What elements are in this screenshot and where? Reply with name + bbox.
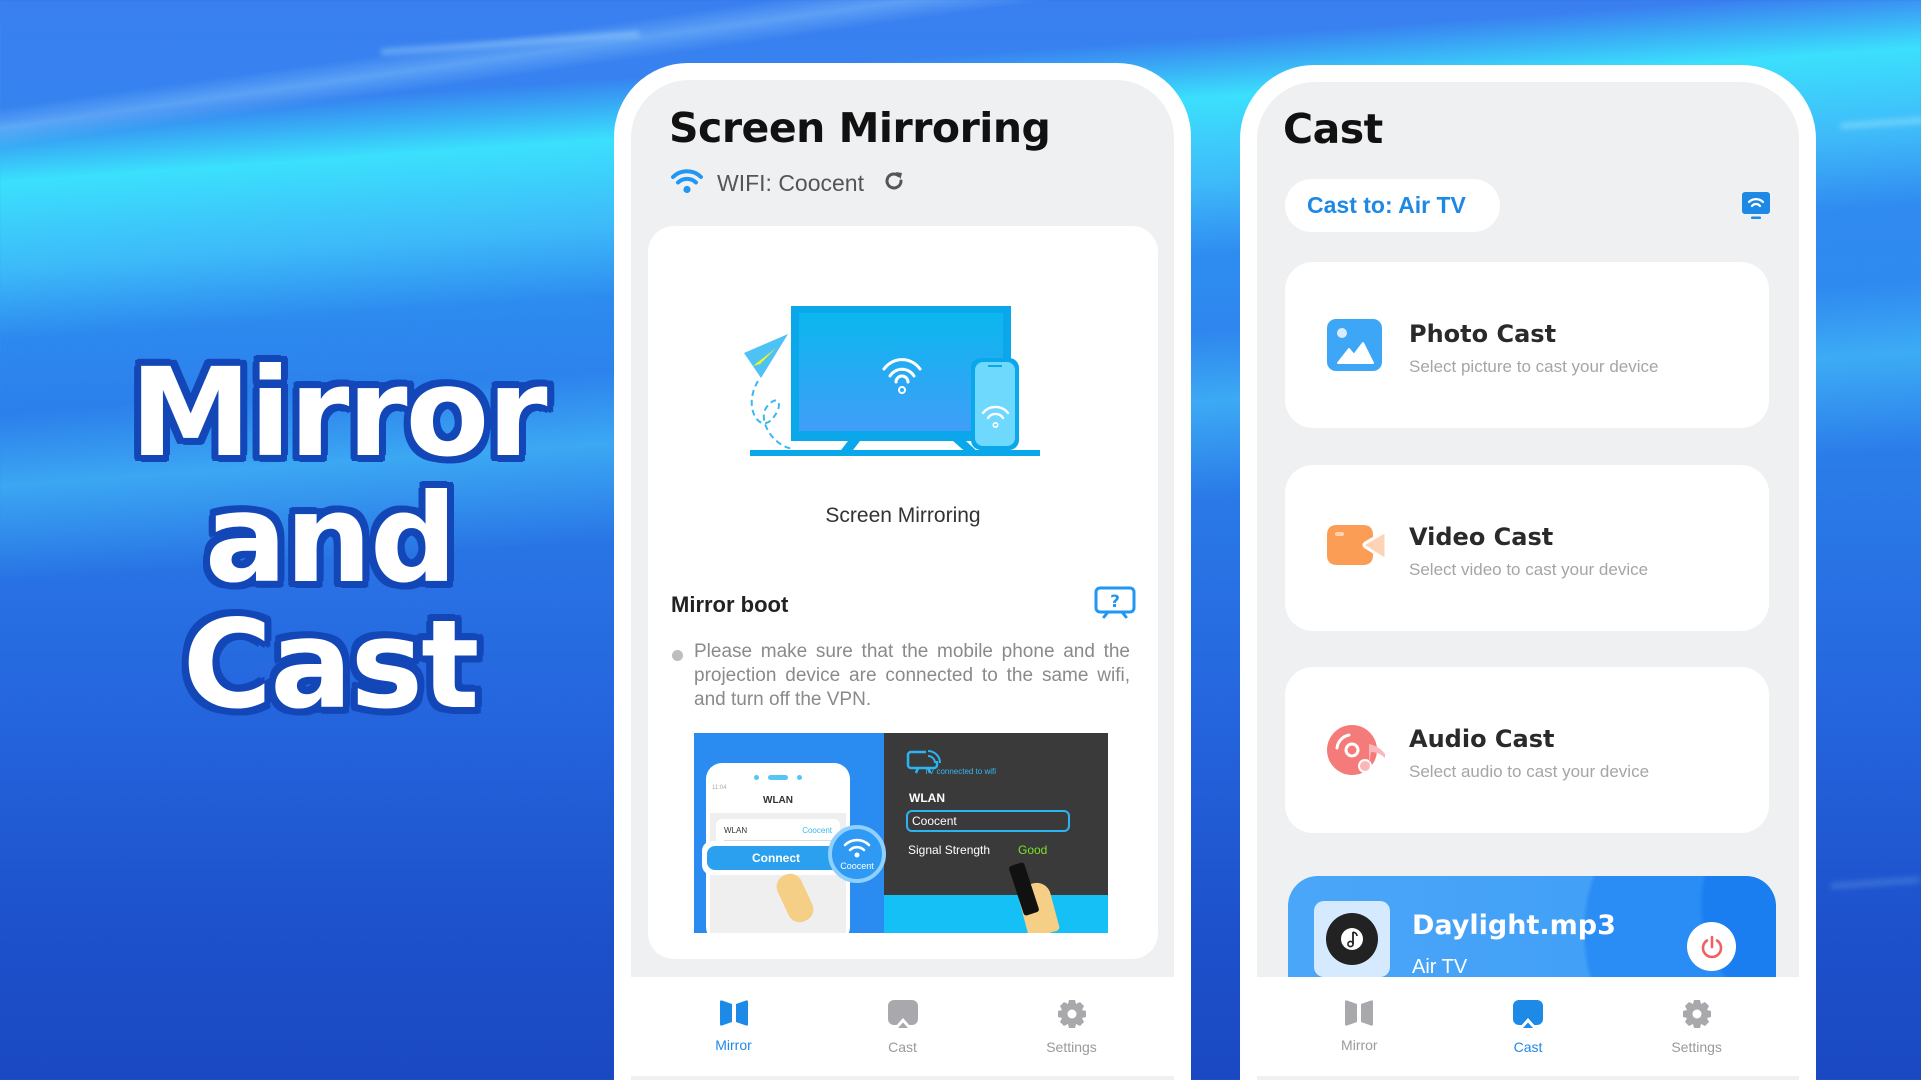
guide-tv-network-label: Coocent: [912, 814, 957, 828]
power-icon: [1701, 935, 1722, 958]
cast-icon: [1512, 1000, 1543, 1028]
guide-tv-header: WLAN: [909, 791, 945, 805]
boot-instruction: Please make sure that the mobile phone a…: [694, 641, 1130, 710]
tab-label: Mirror: [1341, 1037, 1378, 1053]
device-search-button[interactable]: [1742, 192, 1770, 225]
cast-screen: Cast Cast to: Air TV Photo Cast Select p…: [1257, 82, 1799, 1080]
bottom-tab-bar: Mirror Cast Settings: [1257, 977, 1799, 1080]
guide-badge-label: Coocent: [840, 861, 874, 871]
tab-label: Settings: [1671, 1039, 1722, 1055]
phone-mirror-screen: Screen Mirroring WIFI: Coocent Screen Mi…: [614, 63, 1191, 1080]
hero-line-and: and: [204, 468, 458, 610]
photo-cast-card[interactable]: Photo Cast Select picture to cast your d…: [1285, 262, 1769, 428]
card-title: Video Cast: [1409, 523, 1554, 551]
guide-connect-label: Connect: [707, 846, 845, 870]
wifi-status: WIFI: Coocent: [671, 168, 906, 199]
tab-mirror[interactable]: Mirror: [674, 977, 794, 1080]
audio-cast-card[interactable]: Audio Cast Select audio to cast your dev…: [1285, 667, 1769, 833]
wifi-label: WIFI: Coocent: [717, 170, 864, 196]
video-cast-card[interactable]: Video Cast Select video to cast your dev…: [1285, 465, 1769, 631]
guide-row-value: Coocent: [802, 826, 832, 835]
vinyl-record-icon: [1326, 913, 1378, 965]
cast-icon: [887, 1000, 918, 1028]
album-art: [1314, 901, 1390, 977]
illustration-caption: Screen Mirroring: [825, 504, 981, 527]
mirror-icon: [719, 1000, 748, 1026]
tab-settings[interactable]: Settings: [1012, 977, 1132, 1080]
tv-phone-illustration: [744, 306, 1040, 456]
hero-line-cast: Cast: [182, 594, 480, 736]
tab-settings[interactable]: Settings: [1637, 977, 1757, 1080]
bottom-tab-bar: Mirror Cast Settings: [631, 977, 1174, 1080]
guide-row-label: WLAN: [724, 826, 748, 835]
guide-tv-signal-label: Signal Strength: [908, 843, 991, 857]
tab-mirror[interactable]: Mirror: [1299, 977, 1419, 1080]
background-streak: [380, 30, 640, 56]
stop-cast-button[interactable]: [1687, 922, 1736, 971]
guide-phone-header: WLAN: [763, 795, 793, 806]
bullet: [672, 650, 683, 661]
music-disc-icon: [1327, 724, 1385, 776]
guide-phone-time: 11:04: [712, 785, 727, 791]
gear-icon: [1682, 1000, 1711, 1028]
guide-tv-signal-value: Good: [1018, 843, 1048, 857]
card-subtitle: Select video to cast your device: [1409, 560, 1649, 579]
card-title: Photo Cast: [1409, 320, 1557, 348]
tab-label: Cast: [1513, 1039, 1543, 1055]
guide-tv-network: Coocent: [906, 810, 1070, 832]
mirror-screen: Screen Mirroring WIFI: Coocent Screen Mi…: [631, 80, 1174, 1080]
refresh-icon[interactable]: [882, 169, 906, 198]
gear-icon: [1057, 1000, 1086, 1028]
tab-cast[interactable]: Cast: [1468, 977, 1588, 1080]
mirror-card: Screen Mirroring Mirror boot ? Please ma…: [648, 226, 1158, 959]
wifi-icon: [671, 168, 703, 199]
tab-label: Cast: [888, 1039, 917, 1055]
help-icon[interactable]: ?: [1094, 586, 1136, 625]
tab-cast[interactable]: Cast: [843, 977, 963, 1080]
phone-cast-screen: Cast Cast to: Air TV Photo Cast Select p…: [1240, 65, 1816, 1080]
cast-target-selector[interactable]: Cast to: Air TV: [1285, 179, 1500, 232]
page-title: Screen Mirroring: [669, 104, 1051, 152]
guide-tv-floor: [884, 895, 1108, 933]
start-mirroring-button[interactable]: [738, 296, 1058, 466]
svg-text:?: ?: [1110, 592, 1120, 612]
photo-icon: [1327, 319, 1382, 371]
tv-wifi-icon: [1742, 192, 1770, 219]
background-streak: [1829, 876, 1921, 890]
section-title: Mirror boot: [671, 592, 789, 617]
mirror-guide-image: 11:04 WLAN WLAN Coocent Signal Strength …: [694, 733, 1108, 933]
hero-line-mirror: Mirror: [130, 342, 548, 484]
background-streak: [1839, 116, 1921, 130]
guide-phone-notch: [754, 775, 802, 781]
now-playing-device: Air TV: [1412, 956, 1468, 978]
mirror-icon: [1345, 1000, 1374, 1026]
wifi-icon: [843, 838, 871, 858]
now-playing-title: Daylight.mp3: [1412, 910, 1616, 941]
tab-label: Mirror: [715, 1037, 752, 1053]
video-camera-icon: [1327, 522, 1388, 574]
card-subtitle: Select audio to cast your device: [1409, 762, 1650, 781]
guide-tv-status: TV connected to wifi: [924, 767, 997, 776]
guide-wifi-badge: Coocent: [828, 825, 886, 883]
card-subtitle: Select picture to cast your device: [1409, 357, 1659, 376]
page-title: Cast: [1283, 105, 1383, 153]
tab-label: Settings: [1046, 1039, 1097, 1055]
card-title: Audio Cast: [1409, 725, 1555, 753]
hero-title: Mirror and Cast: [130, 342, 548, 736]
